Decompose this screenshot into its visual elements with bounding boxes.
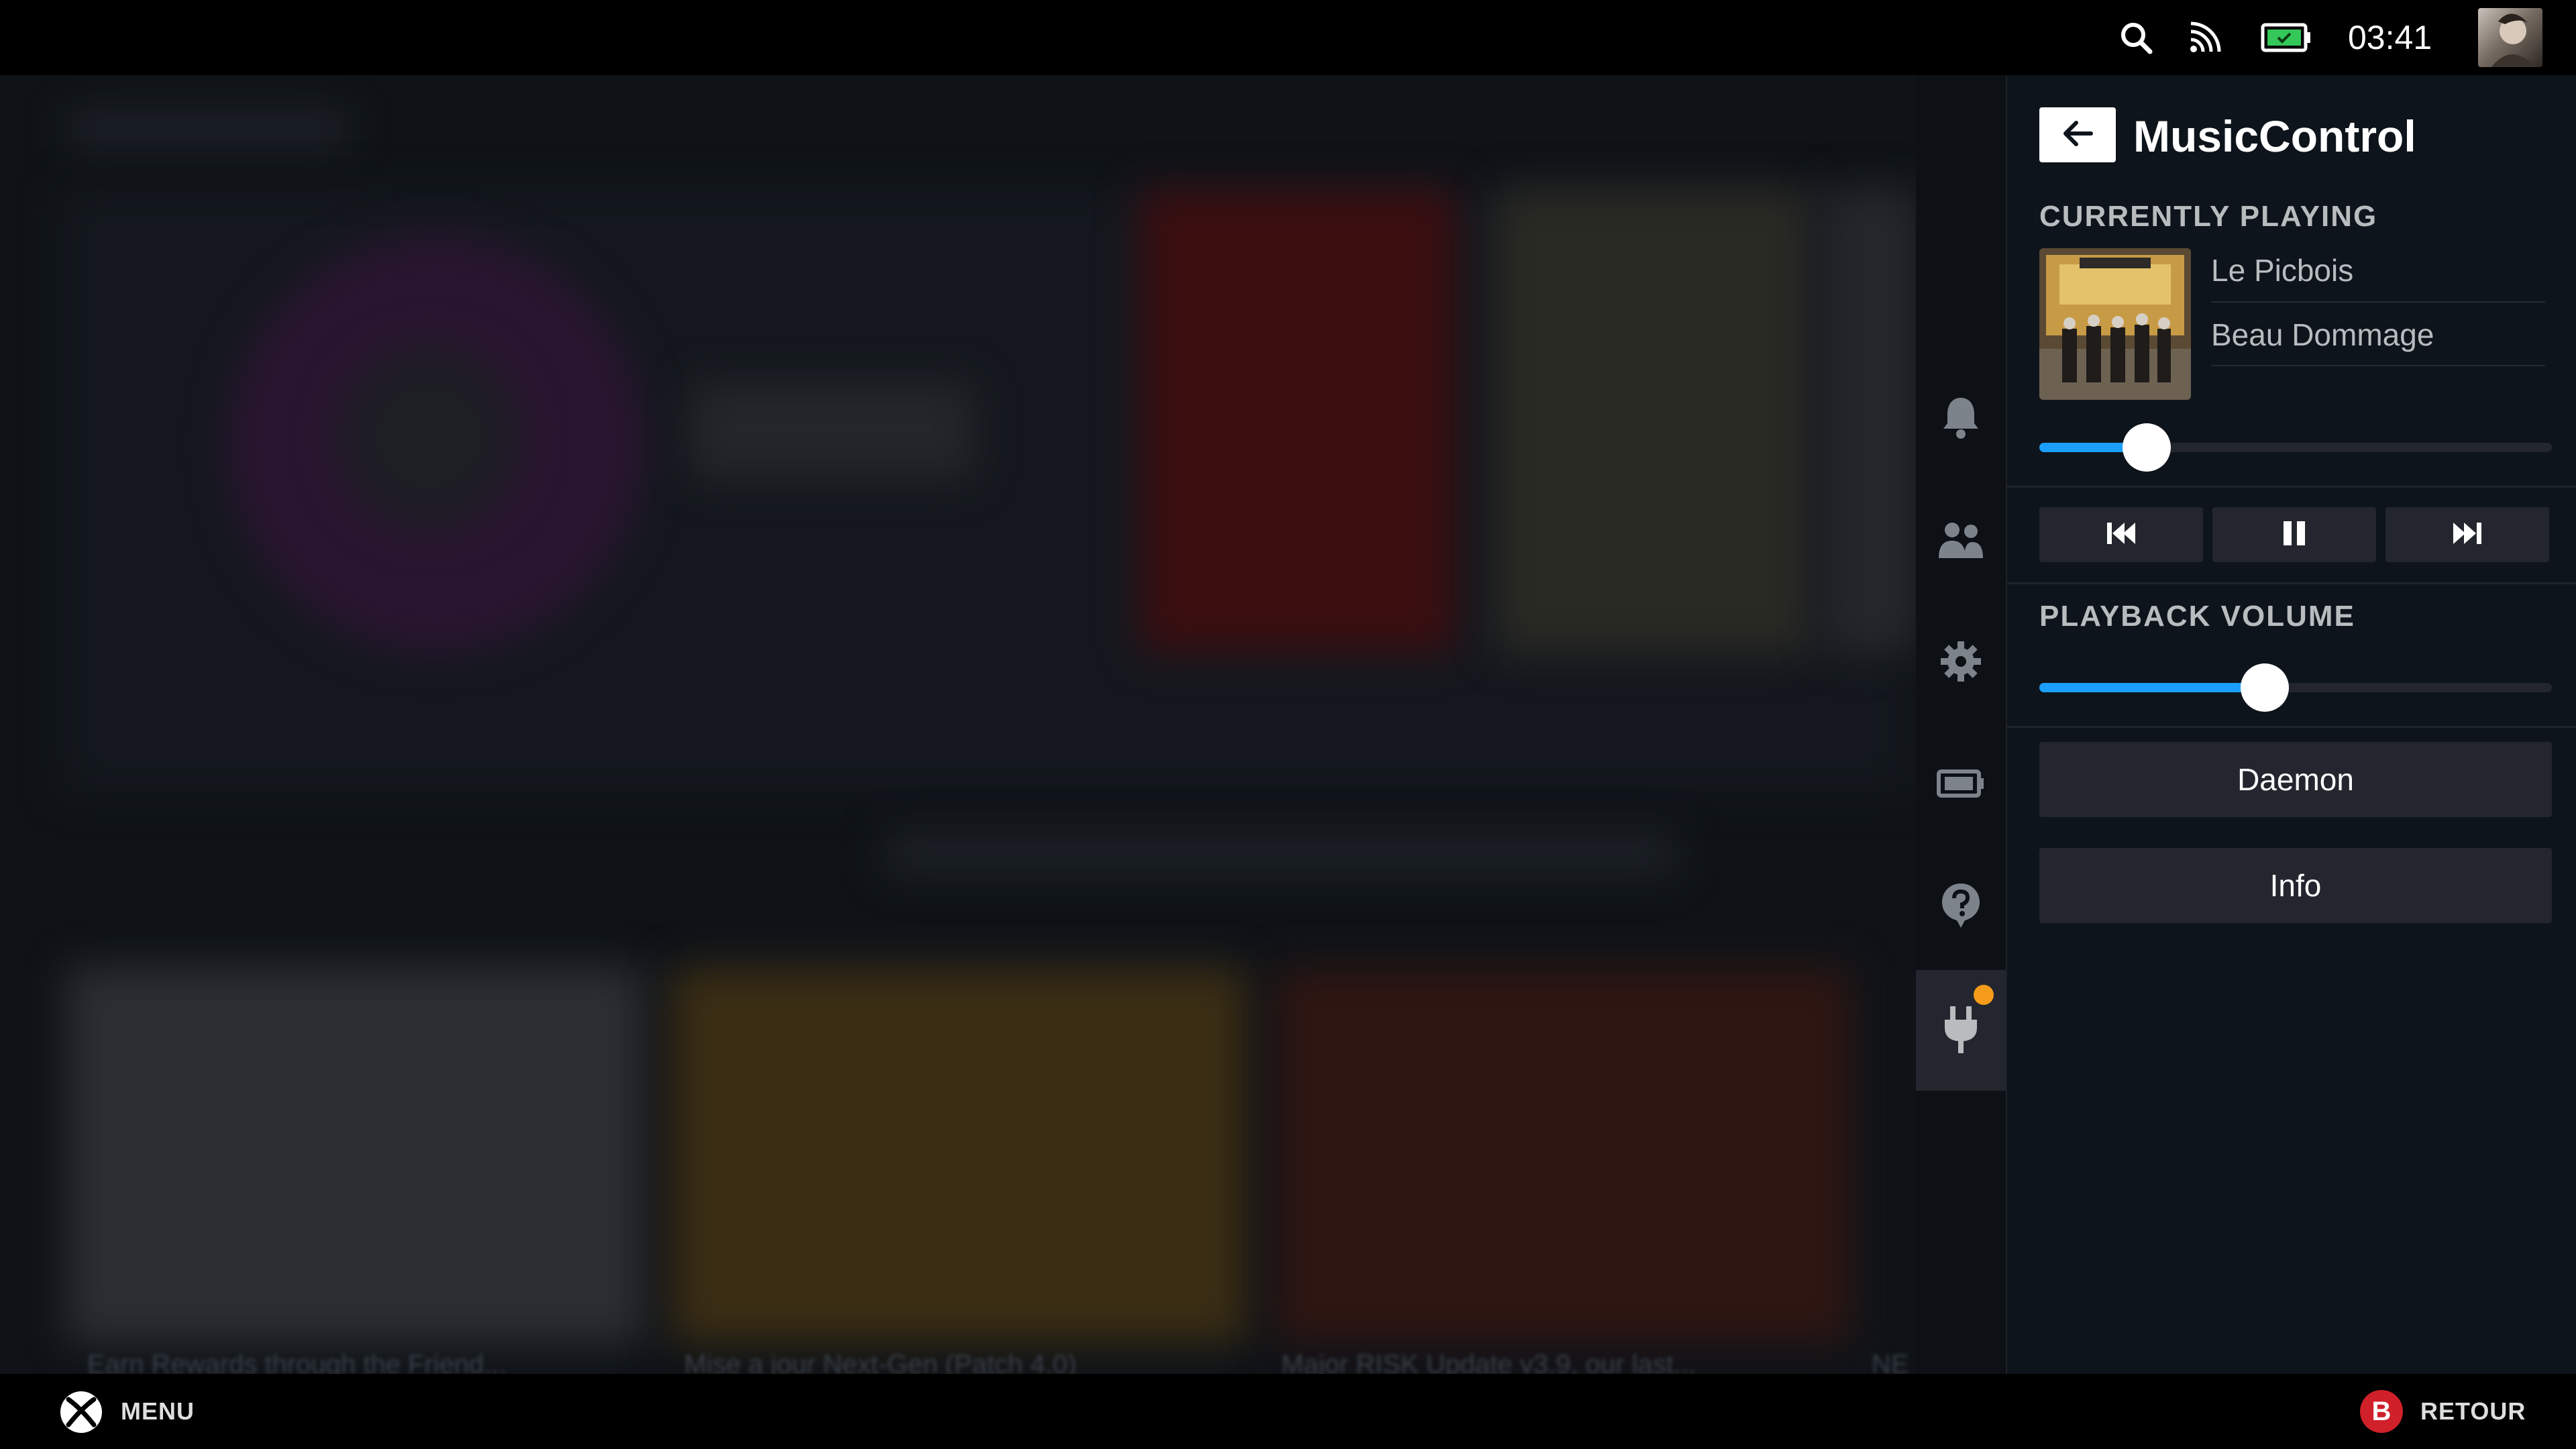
daemon-button[interactable]: Daemon	[2039, 742, 2552, 817]
volume-knob[interactable]	[2241, 663, 2290, 712]
volume-slider[interactable]	[2039, 663, 2552, 712]
divider	[2211, 301, 2545, 303]
artist-name: Beau Dommage	[2211, 317, 2434, 352]
next-icon	[2452, 521, 2483, 549]
volume-fill	[2039, 683, 2265, 692]
background-library: Earn Rewards through the Friend... Mise …	[0, 75, 1916, 1374]
pause-icon	[2281, 520, 2308, 550]
bg-card-title: Major RISK Update v3.9, our last...	[1281, 1350, 1697, 1374]
bg-card-title: NE	[1872, 1350, 1909, 1374]
arrow-left-icon	[2061, 120, 2094, 150]
bg-card-title: Earn Rewards through the Friend...	[87, 1350, 506, 1374]
pause-button[interactable]	[2212, 507, 2376, 562]
divider	[2211, 365, 2545, 366]
page-title: MusicControl	[2133, 111, 2416, 161]
progress-knob[interactable]	[2123, 423, 2171, 472]
progress-slider[interactable]	[2039, 423, 2552, 472]
playback-volume-label: PLAYBACK VOLUME	[2039, 600, 2355, 633]
back-button[interactable]	[2039, 107, 2116, 162]
divider	[2007, 726, 2576, 728]
avatar[interactable]	[2478, 8, 2542, 67]
bottom-bar: MENU B RETOUR	[0, 1374, 2576, 1449]
menu-label[interactable]: MENU	[121, 1395, 195, 1428]
battery-icon	[2261, 19, 2312, 56]
nav-settings[interactable]	[1916, 602, 2006, 723]
search-icon[interactable]	[2118, 19, 2153, 56]
clock: 03:41	[2348, 19, 2432, 56]
next-button[interactable]	[2385, 507, 2549, 562]
notification-dot	[1974, 985, 1994, 1005]
album-art	[2039, 248, 2191, 400]
gear-icon	[1939, 640, 1982, 686]
cast-icon	[2188, 19, 2222, 56]
bg-card-title: Mise a jour Next-Gen (Patch 4.0)	[684, 1350, 1077, 1374]
track-title: Le Picbois	[2211, 253, 2354, 288]
nav-performance[interactable]	[1916, 724, 2006, 845]
previous-button[interactable]	[2039, 507, 2203, 562]
battery-icon	[1937, 767, 1985, 803]
music-control-panel: MusicControl CURRENTLY PLAYING Le Picboi…	[2006, 75, 2576, 1374]
plugin-icon	[1941, 1004, 1981, 1058]
quick-access-nav	[1916, 75, 2006, 1374]
back-label[interactable]: RETOUR	[2420, 1395, 2526, 1428]
friends-icon	[1937, 519, 1984, 563]
currently-playing-label: CURRENTLY PLAYING	[2039, 200, 2378, 233]
bell-icon	[1941, 395, 1981, 443]
nav-notifications[interactable]	[1916, 358, 2006, 479]
previous-icon	[2106, 521, 2137, 549]
nav-plugins[interactable]	[1916, 970, 2006, 1091]
divider	[2007, 486, 2576, 488]
top-status-bar: 03:41	[0, 0, 2576, 75]
nav-help[interactable]	[1916, 847, 2006, 967]
info-button[interactable]: Info	[2039, 848, 2552, 923]
divider	[2007, 582, 2576, 584]
help-icon	[1939, 882, 1982, 932]
nav-friends[interactable]	[1916, 480, 2006, 601]
b-button-icon[interactable]: B	[2360, 1390, 2403, 1433]
xbox-icon[interactable]	[59, 1390, 103, 1438]
